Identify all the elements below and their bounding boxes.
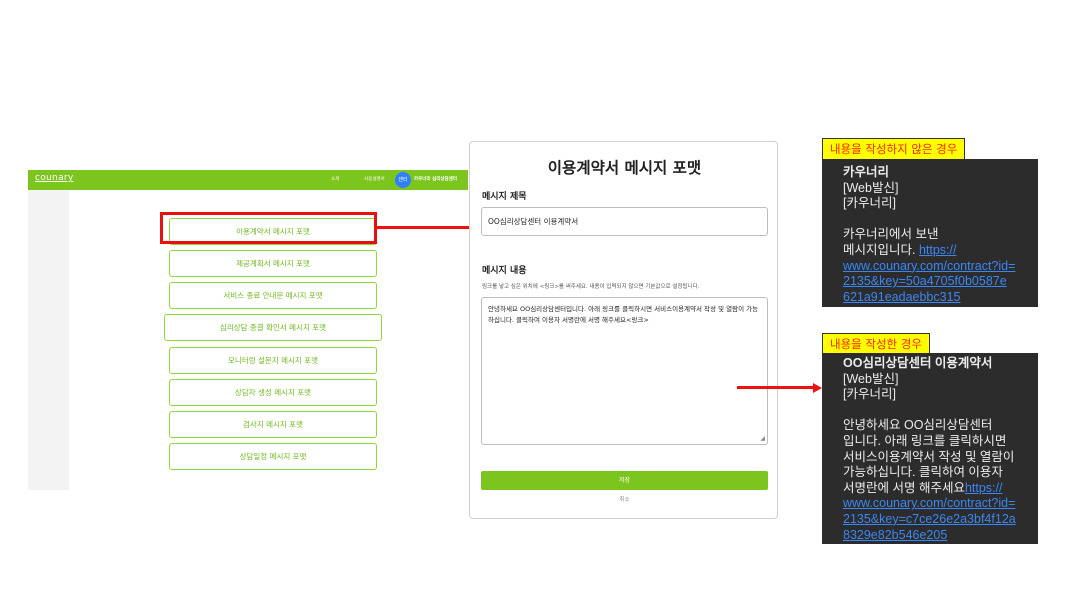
nav-guide-link[interactable]: 사용설명서 xyxy=(364,176,385,182)
message-sender: 카우너리 xyxy=(843,165,890,179)
arrow-line-to-preview xyxy=(737,386,814,389)
message-link[interactable]: 8329e82b546e205 xyxy=(843,528,947,542)
format-button-test[interactable]: 검사지 메시지 포맷 xyxy=(169,411,377,438)
format-button-termination[interactable]: 서비스 종료 안내문 메시지 포맷 xyxy=(169,282,377,309)
content-textarea[interactable]: 안녕하세요 OO심리상담센터입니다. 아래 링크를 클릭하시면 서비스이용계약서… xyxy=(481,297,768,445)
message-web-tag: [Web발신] xyxy=(843,180,899,195)
arrow-head-to-preview xyxy=(813,382,822,393)
format-button-closure[interactable]: 심리상담 종결 확인서 메시지 포맷 xyxy=(164,314,382,341)
message-brand: [카우너리] xyxy=(843,196,896,211)
message-preview-filled: OO심리상담센터 이용계약서 [Web발신] [카우너리] 안녕하세요 OO심리… xyxy=(822,353,1038,544)
subject-label: 메시지 제목 xyxy=(482,192,527,202)
form-title: 이용계약서 메시지 포맷 xyxy=(547,159,702,177)
message-format-form: 이용계약서 메시지 포맷 메시지 제목 OO심리상담센터 이용계약서 메시지 내… xyxy=(469,141,778,519)
message-brand: [카우너리] xyxy=(843,387,896,402)
resize-handle-icon[interactable]: ◢ xyxy=(760,436,765,442)
message-link[interactable]: 2135&key=c7ce26e2a3bf4f12a xyxy=(843,512,1016,526)
message-body-line: 서비스이용계약서 작성 및 열람이 xyxy=(843,449,1015,464)
message-title: OO심리상담센터 이용계약서 xyxy=(843,356,993,370)
save-button[interactable]: 저장 xyxy=(481,471,768,490)
message-link[interactable]: www.counary.com/contract?id= xyxy=(843,259,1015,273)
message-link[interactable]: 621a91eadaebbc315 xyxy=(843,290,960,304)
message-body-line: 안녕하세요 OO심리상담센터 xyxy=(843,418,993,433)
highlight-box xyxy=(160,212,377,244)
cancel-link[interactable]: 취소 xyxy=(470,495,779,503)
content-label: 메시지 내용 xyxy=(482,266,527,276)
format-button-plan[interactable]: 제공계획서 메시지 포맷 xyxy=(169,250,377,277)
format-button-schedule[interactable]: 상담일정 메시지 포맷 xyxy=(169,443,377,470)
case-label-empty: 내용을 작성하지 않은 경우 xyxy=(822,138,966,160)
message-link[interactable]: 2135&key=50a4705f0b0587e xyxy=(843,274,1007,288)
center-avatar[interactable]: 센터 xyxy=(395,172,411,188)
app-logo[interactable]: counary xyxy=(35,173,74,183)
message-link[interactable]: https:// xyxy=(919,243,957,257)
subject-input[interactable]: OO심리상담센터 이용계약서 xyxy=(481,207,768,236)
content-hint: 링크를 넣고 싶은 위치에 <링크>를 써주세요. 내용이 입력되지 않으면 기… xyxy=(482,284,700,290)
format-button-monitoring[interactable]: 모니터링 설문지 메시지 포맷 xyxy=(169,347,377,374)
message-body-line: 서명란에 서명 해주세요 xyxy=(843,480,965,495)
arrow-line-to-form xyxy=(377,226,470,229)
message-preview-empty: 카우너리 [Web발신] [카우너리] 카우너리에서 보낸 메시지입니다. ht… xyxy=(822,159,1038,307)
nav-about-link[interactable]: 소개 xyxy=(331,176,339,182)
message-link[interactable]: https:// xyxy=(965,481,1003,495)
case-label-filled: 내용을 작성한 경우 xyxy=(822,333,930,355)
center-name[interactable]: 카우너리 심리상담센터 xyxy=(414,176,457,182)
message-body-line: 입니다. 아래 링크를 클릭하시면 xyxy=(843,433,1007,448)
app-header: counary 소개 사용설명서 센터 카우너리 심리상담센터 xyxy=(28,170,468,190)
content-text: 안녕하세요 OO심리상담센터입니다. 아래 링크를 클릭하시면 서비스이용계약서… xyxy=(488,305,759,324)
format-button-counselor[interactable]: 상담자 생성 메시지 포맷 xyxy=(169,379,377,406)
message-body-line: 가능하십니다. 클릭하여 이용자 xyxy=(843,465,1003,480)
message-web-tag: [Web발신] xyxy=(843,371,899,386)
message-link[interactable]: www.counary.com/contract?id= xyxy=(843,496,1015,510)
message-body-line: 메시지입니다. xyxy=(843,242,919,257)
message-body-line: 카우너리에서 보낸 xyxy=(843,227,939,242)
